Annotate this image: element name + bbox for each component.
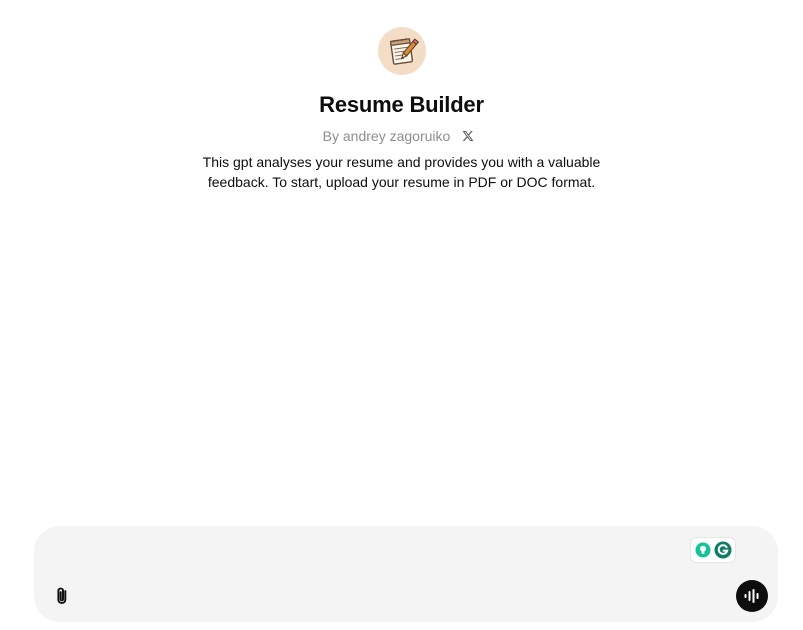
- grammarly-icon: [714, 541, 731, 559]
- message-input[interactable]: [54, 540, 698, 572]
- lightbulb-icon: [695, 542, 710, 558]
- attach-button[interactable]: [48, 584, 72, 608]
- x-profile-link[interactable]: [456, 125, 480, 147]
- paperclip-icon: [57, 587, 67, 604]
- gpt-description: This gpt analyses your resume and provid…: [202, 154, 601, 190]
- message-composer: [34, 526, 778, 622]
- x-logo-icon: [462, 131, 474, 141]
- gpt-title: Resume Builder: [319, 92, 484, 117]
- gpt-byline: By andrey zagoruiko: [323, 125, 481, 147]
- voice-mode-button[interactable]: [736, 580, 768, 612]
- writing-assistant-badge[interactable]: [691, 538, 735, 562]
- author-text: By andrey zagoruiko: [322, 128, 451, 144]
- voice-waveform-icon: [744, 589, 759, 603]
- gpt-chat-page: Resume Builder By andrey zagoruiko This …: [0, 0, 803, 630]
- notepad-pencil-icon: [389, 38, 419, 65]
- gpt-avatar: [377, 27, 426, 75]
- gpt-intro: Resume Builder By andrey zagoruiko This …: [0, 0, 803, 192]
